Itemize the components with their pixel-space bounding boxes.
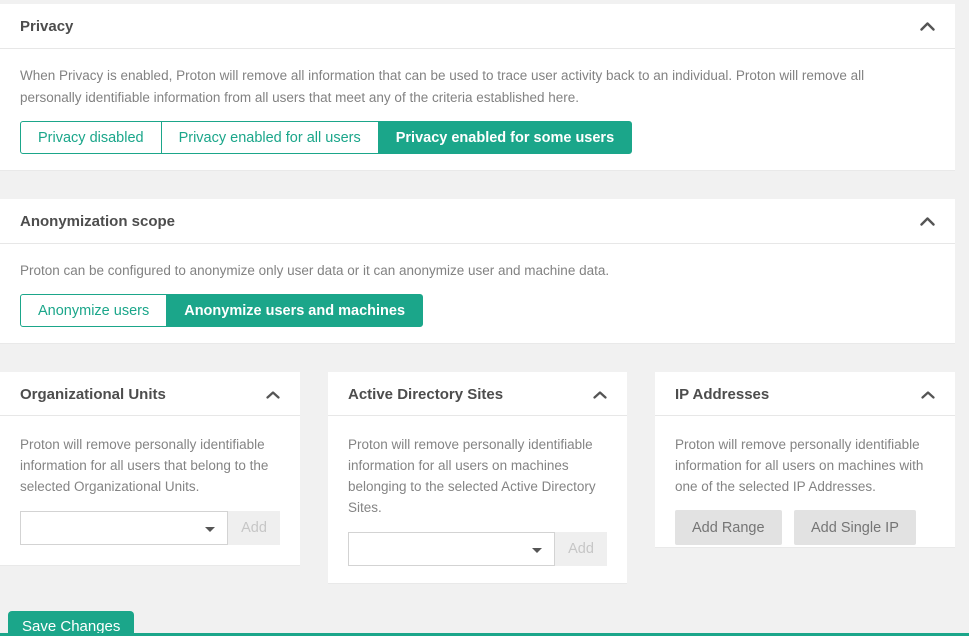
organizational-units-dropdown[interactable] (20, 511, 228, 545)
active-directory-sites-card: Active Directory Sites Proton will remov… (328, 372, 627, 584)
criteria-cards-row: Organizational Units Proton will remove … (0, 372, 955, 584)
chevron-up-icon[interactable] (920, 217, 935, 226)
privacy-mode-button-group: Privacy disabled Privacy enabled for all… (20, 121, 632, 154)
active-directory-sites-description: Proton will remove personally identifiab… (348, 434, 607, 518)
add-range-button[interactable]: Add Range (675, 510, 782, 545)
privacy-panel-header[interactable]: Privacy (0, 4, 955, 49)
add-single-ip-button[interactable]: Add Single IP (794, 510, 916, 545)
active-directory-sites-body: Proton will remove personally identifiab… (328, 416, 627, 586)
organizational-units-add-button[interactable]: Add (228, 511, 280, 545)
anonymization-scope-description: Proton can be configured to anonymize on… (20, 260, 935, 282)
privacy-enabled-all-users-button[interactable]: Privacy enabled for all users (161, 121, 379, 154)
active-directory-sites-title: Active Directory Sites (348, 386, 503, 403)
privacy-panel: Privacy When Privacy is enabled, Proton … (0, 4, 955, 171)
ip-addresses-title: IP Addresses (675, 386, 769, 403)
organizational-units-description: Proton will remove personally identifiab… (20, 434, 280, 497)
anonymization-scope-body: Proton can be configured to anonymize on… (0, 244, 955, 343)
caret-down-icon (205, 527, 215, 532)
anonymization-scope-panel: Anonymization scope Proton can be config… (0, 199, 955, 344)
anonymize-users-and-machines-button[interactable]: Anonymize users and machines (166, 294, 423, 327)
ip-addresses-card: IP Addresses Proton will remove personal… (655, 372, 955, 548)
privacy-panel-title: Privacy (20, 18, 73, 35)
privacy-settings-page: Privacy When Privacy is enabled, Proton … (0, 4, 969, 636)
anonymization-scope-header[interactable]: Anonymization scope (0, 199, 955, 244)
organizational-units-header[interactable]: Organizational Units (0, 372, 300, 416)
privacy-enabled-some-users-button[interactable]: Privacy enabled for some users (378, 121, 632, 154)
chevron-up-icon[interactable] (920, 22, 935, 31)
anonymization-scope-title: Anonymization scope (20, 213, 175, 230)
active-directory-sites-add-button[interactable]: Add (555, 532, 607, 566)
chevron-up-icon[interactable] (593, 391, 607, 399)
privacy-disabled-button[interactable]: Privacy disabled (20, 121, 162, 154)
ip-addresses-description: Proton will remove personally identifiab… (675, 434, 935, 497)
organizational-units-card: Organizational Units Proton will remove … (0, 372, 300, 566)
ip-addresses-buttons-row: Add Range Add Single IP (675, 510, 935, 545)
privacy-panel-body: When Privacy is enabled, Proton will rem… (0, 49, 955, 170)
ip-addresses-header[interactable]: IP Addresses (655, 372, 955, 416)
active-directory-sites-select-row: Add (348, 532, 607, 566)
privacy-description: When Privacy is enabled, Proton will rem… (20, 65, 905, 109)
ip-addresses-body: Proton will remove personally identifiab… (655, 416, 955, 565)
organizational-units-title: Organizational Units (20, 386, 166, 403)
caret-down-icon (532, 548, 542, 553)
active-directory-sites-header[interactable]: Active Directory Sites (328, 372, 627, 416)
chevron-up-icon[interactable] (266, 391, 280, 399)
organizational-units-select-row: Add (20, 511, 280, 545)
anonymize-users-button[interactable]: Anonymize users (20, 294, 167, 327)
chevron-up-icon[interactable] (921, 391, 935, 399)
anonymization-scope-button-group: Anonymize users Anonymize users and mach… (20, 294, 423, 327)
organizational-units-body: Proton will remove personally identifiab… (0, 416, 300, 565)
active-directory-sites-dropdown[interactable] (348, 532, 555, 566)
